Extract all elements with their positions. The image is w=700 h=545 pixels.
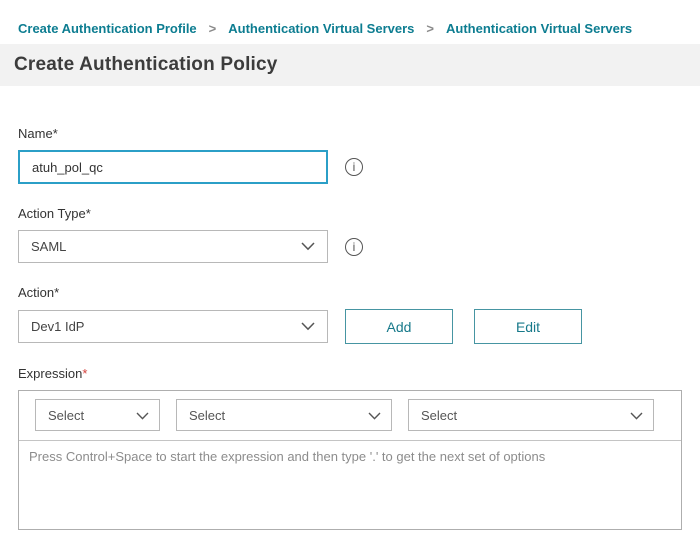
- expression-input[interactable]: [19, 441, 681, 529]
- action-select[interactable]: Dev1 IdP: [18, 310, 328, 343]
- expression-select-2-value: Select: [189, 408, 225, 423]
- name-input[interactable]: [18, 150, 328, 184]
- name-required-marker: *: [53, 126, 58, 141]
- info-icon[interactable]: i: [345, 158, 363, 176]
- action-type-field-group: Action Type* SAML i: [18, 206, 682, 263]
- breadcrumb-item-authentication-virtual-servers-2[interactable]: Authentication Virtual Servers: [446, 21, 632, 36]
- expression-select-3[interactable]: Select: [408, 399, 654, 431]
- expression-required-marker: *: [82, 366, 87, 381]
- action-type-label: Action Type*: [18, 206, 682, 221]
- breadcrumb: Create Authentication Profile > Authenti…: [0, 0, 700, 44]
- name-field-group: Name* i: [18, 126, 682, 184]
- action-label: Action*: [18, 285, 682, 300]
- expression-editor: Select Select Select: [18, 390, 682, 530]
- action-type-select[interactable]: SAML: [18, 230, 328, 263]
- name-label-text: Name: [18, 126, 53, 141]
- action-field-group: Action* Dev1 IdP Add Edit: [18, 285, 682, 344]
- expression-label-text: Expression: [18, 366, 82, 381]
- action-required-marker: *: [54, 285, 59, 300]
- page-title: Create Authentication Policy: [14, 54, 278, 76]
- expression-select-1[interactable]: Select: [35, 399, 160, 431]
- add-button[interactable]: Add: [345, 309, 453, 344]
- create-authentication-policy-form: Name* i Action Type* SAML i Action*: [0, 86, 700, 530]
- breadcrumb-separator: >: [426, 21, 434, 36]
- action-type-selected-value: SAML: [31, 239, 66, 254]
- action-label-text: Action: [18, 285, 54, 300]
- breadcrumb-item-create-authentication-profile[interactable]: Create Authentication Profile: [18, 21, 197, 36]
- expression-select-2[interactable]: Select: [176, 399, 392, 431]
- breadcrumb-item-authentication-virtual-servers[interactable]: Authentication Virtual Servers: [228, 21, 414, 36]
- name-label: Name*: [18, 126, 682, 141]
- action-type-label-text: Action Type: [18, 206, 86, 221]
- chevron-down-icon: [301, 239, 315, 254]
- expression-toolbar: Select Select Select: [19, 391, 681, 441]
- action-selected-value: Dev1 IdP: [31, 319, 84, 334]
- chevron-down-icon: [301, 319, 315, 334]
- expression-select-3-value: Select: [421, 408, 457, 423]
- chevron-down-icon: [630, 408, 643, 423]
- chevron-down-icon: [136, 408, 149, 423]
- edit-button[interactable]: Edit: [474, 309, 582, 344]
- breadcrumb-separator: >: [209, 21, 217, 36]
- expression-label: Expression*: [18, 366, 682, 381]
- action-type-required-marker: *: [86, 206, 91, 221]
- chevron-down-icon: [368, 408, 381, 423]
- expression-field-group: Expression* Select Select Select: [18, 366, 682, 530]
- info-icon[interactable]: i: [345, 238, 363, 256]
- page-header: Create Authentication Policy: [0, 44, 700, 86]
- expression-select-1-value: Select: [48, 408, 84, 423]
